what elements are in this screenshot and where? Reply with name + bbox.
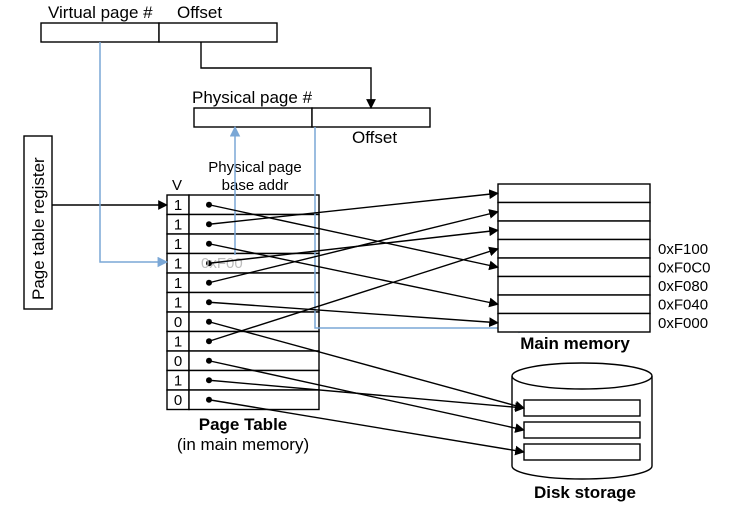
page-table-valid-bit: 1	[174, 373, 182, 390]
page-table-valid-bit: 1	[174, 256, 182, 273]
svg-text:V: V	[172, 177, 182, 194]
memory-address-label: 0xF040	[658, 296, 708, 313]
svg-text:(in main memory): (in main memory)	[177, 435, 309, 454]
svg-text:Page Table: Page Table	[199, 415, 288, 434]
page-table-valid-bit: 0	[174, 314, 182, 331]
page-table: V Physical page base addr 1 1 1 1 1 1 0 1 0 1 0 Pa…	[167, 159, 319, 454]
svg-text:Physical page: Physical page	[208, 159, 301, 176]
svg-text:Disk storage: Disk storage	[534, 483, 636, 502]
page-table-valid-bit: 1	[174, 236, 182, 253]
physical-page-label: Physical page #	[192, 88, 313, 107]
memory-address-label: 0xF0C0	[658, 259, 711, 276]
page-table-valid-bit: 1	[174, 295, 182, 312]
memory-address-label: 0xF080	[658, 278, 708, 295]
page-table-valid-bit: 1	[174, 334, 182, 351]
page-table-valid-bit: 1	[174, 275, 182, 292]
vpn-index-arrow	[100, 42, 167, 262]
virtual-offset-label: Offset	[177, 3, 222, 22]
disk-storage: Disk storage	[512, 363, 652, 502]
physical-offset-label: Offset	[352, 128, 397, 147]
page-table-entry-value: 0xF00	[201, 255, 243, 272]
svg-text:Page table register: Page table register	[29, 157, 48, 300]
virtual-page-label: Virtual page #	[48, 3, 153, 22]
phys-addr-to-memory-arrow	[315, 127, 528, 328]
physical-address: Physical page # Offset	[192, 88, 430, 147]
virtual-address: Virtual page # Offset	[41, 3, 277, 42]
svg-text:base addr: base addr	[222, 177, 289, 194]
page-table-valid-bit: 1	[174, 217, 182, 234]
page-table-register: Page table register	[24, 136, 52, 309]
page-table-valid-bit: 0	[174, 353, 182, 370]
main-memory: Main memory 0xF1000xF0C0 0xF0800xF040 0xF0…	[498, 184, 711, 353]
memory-address-label: 0xF000	[658, 315, 708, 332]
page-table-valid-bit: 1	[174, 197, 182, 214]
page-table-valid-bit: 0	[174, 392, 182, 409]
memory-address-label: 0xF100	[658, 241, 708, 258]
svg-text:Main memory: Main memory	[520, 334, 630, 353]
